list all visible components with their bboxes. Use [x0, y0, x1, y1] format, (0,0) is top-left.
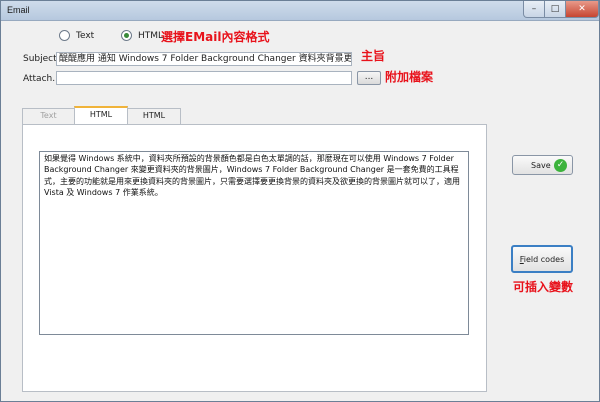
email-window: Email – □ ✕ Text HTML 選擇EMail內容格式 Subjec… — [0, 0, 600, 402]
radio-text-format[interactable]: Text — [59, 30, 94, 41]
browse-button[interactable]: ... — [357, 71, 381, 85]
radio-html-label: HTML — [138, 30, 164, 41]
subject-annotation: 主旨 — [361, 49, 386, 63]
field-codes-label: Field codes — [519, 254, 565, 264]
checkmark-icon: ✓ — [554, 159, 567, 172]
save-button-label: Save — [531, 160, 551, 170]
radio-text-label: Text — [76, 30, 95, 41]
window-title: Email — [7, 5, 30, 15]
attach-annotation: 附加檔案 — [385, 70, 434, 84]
save-button[interactable]: Save ✓ — [512, 155, 573, 175]
maximize-button[interactable]: □ — [544, 1, 566, 18]
attach-label: Attach. — [23, 74, 56, 84]
subject-field[interactable]: 醍醍應用 通知 Windows 7 Folder Background Chan… — [56, 52, 352, 66]
html-body-editor[interactable]: 如果覺得 Windows 系統中，資料夾所預設的背景顏色都是白色太單調的話，那麼… — [39, 151, 469, 335]
tab-html[interactable]: HTML — [74, 106, 128, 124]
attach-field[interactable] — [56, 71, 352, 85]
radio-selected-icon[interactable] — [121, 30, 132, 41]
close-button[interactable]: ✕ — [565, 1, 599, 18]
tab-text[interactable]: Text — [22, 108, 75, 124]
minimize-button[interactable]: – — [523, 1, 545, 18]
radio-circle-icon[interactable] — [59, 30, 70, 41]
subject-label: Subject — [23, 54, 57, 64]
title-bar: Email – □ ✕ — [1, 1, 599, 21]
format-annotation: 選擇EMail內容格式 — [161, 30, 270, 44]
radio-html-format[interactable]: HTML — [121, 30, 163, 41]
tab-html-preview[interactable]: HTML Preview — [127, 108, 181, 134]
field-codes-button[interactable]: Field codes — [511, 245, 573, 273]
field-codes-annotation: 可插入變數 — [513, 280, 574, 294]
editor-tabs: Text HTML HTML Preview — [22, 106, 181, 134]
